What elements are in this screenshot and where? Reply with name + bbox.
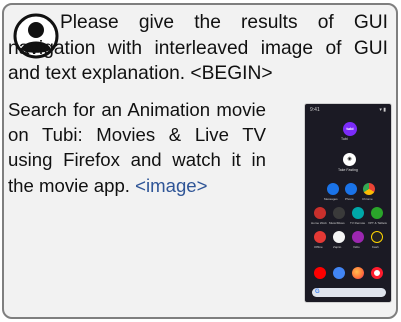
vidio-app-icon[interactable] xyxy=(352,231,364,243)
dock-label-zapito: Zapito xyxy=(333,245,342,249)
youtube-app-icon[interactable] xyxy=(314,267,326,279)
messages-app-icon[interactable] xyxy=(327,183,339,195)
offline-app-icon[interactable] xyxy=(314,231,326,243)
dock-label-offline: Offline xyxy=(314,245,323,249)
phone-screenshot: 9:41 ▾ ▮ tubi Tubi ◉ Take Fasting Messag… xyxy=(304,103,392,303)
phone-app-icon[interactable] xyxy=(345,183,357,195)
dock-label-chrome: Chrome xyxy=(362,197,373,201)
prompt-text: Please give the results of GUI navigatio… xyxy=(8,12,388,85)
task-text: Search for an Animation movie on Tubi: M… xyxy=(8,97,266,198)
google-search-bar[interactable]: G xyxy=(312,288,386,297)
music-app-icon[interactable] xyxy=(333,207,345,219)
image-token: <image> xyxy=(135,174,208,196)
dock-label-vidio: Vidio xyxy=(353,245,360,249)
google-g-icon: G xyxy=(315,289,320,295)
home-work-app-icon[interactable] xyxy=(314,207,326,219)
kash-app-icon[interactable] xyxy=(371,231,383,243)
dock-label-vpt: VPT & Tablets xyxy=(368,221,387,225)
dock-label-phone: Phone xyxy=(345,197,354,201)
status-icons: ▾ ▮ xyxy=(379,107,386,113)
dock-label-tv-remote: TV Remote xyxy=(350,221,366,225)
tv-remote-app-icon[interactable] xyxy=(352,207,364,219)
dock-label-home-work: Home Work xyxy=(311,221,327,225)
widget-icon[interactable]: ◉ xyxy=(343,153,356,166)
settings-app-icon[interactable] xyxy=(333,267,345,279)
widget-label: Take Fasting xyxy=(338,168,358,172)
vpt-app-icon[interactable] xyxy=(371,207,383,219)
chrome-app-icon[interactable] xyxy=(363,183,375,195)
tubi-app-icon[interactable]: tubi xyxy=(343,122,357,136)
dock-label-kash: Kash xyxy=(372,245,379,249)
firefox-app-icon[interactable] xyxy=(352,267,364,279)
opera-app-icon[interactable] xyxy=(371,267,383,279)
dock-label-musicmixes: MusicMixes xyxy=(329,221,345,225)
zapito-app-icon[interactable] xyxy=(333,231,345,243)
tubi-app-label: Tubi xyxy=(341,137,348,141)
dock-label-messages: Messages xyxy=(324,197,338,201)
status-time: 9:41 xyxy=(310,107,320,113)
